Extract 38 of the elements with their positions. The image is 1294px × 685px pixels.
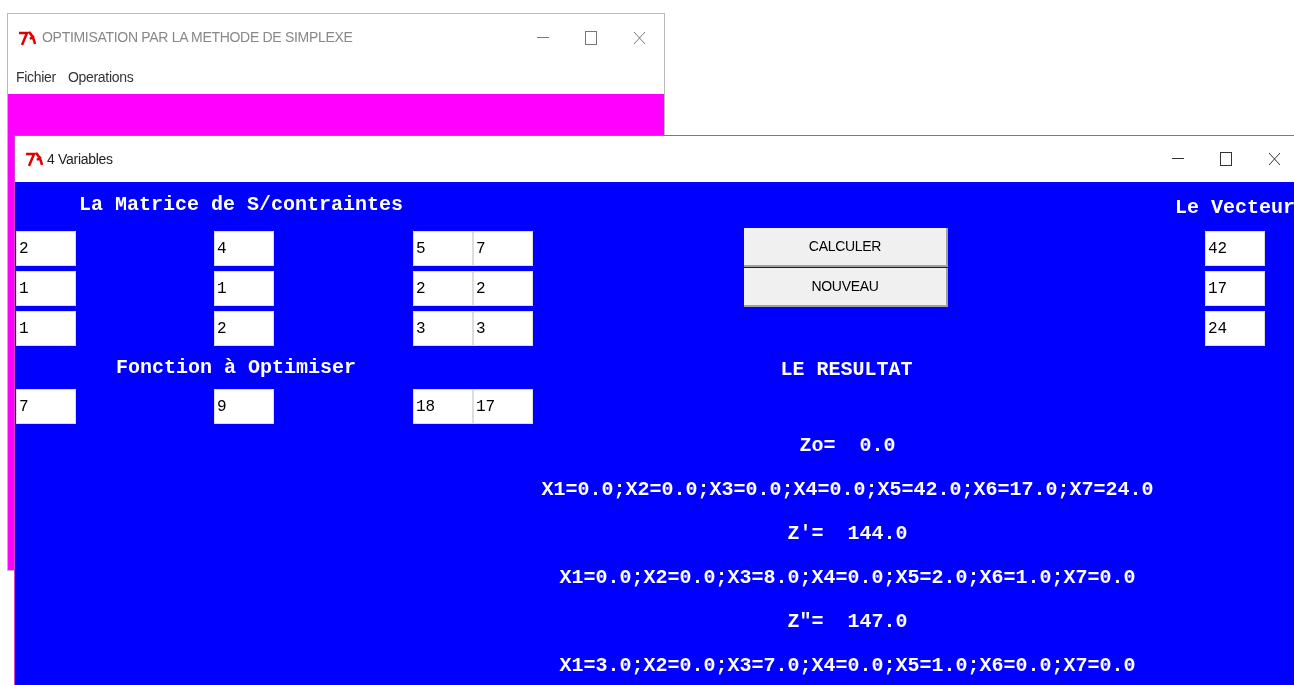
close-icon[interactable] <box>1268 152 1281 166</box>
input-field[interactable]: 5 <box>413 231 473 266</box>
input-field[interactable]: 2 <box>473 271 533 306</box>
input-field[interactable]: 1 <box>16 271 76 306</box>
minimize-icon[interactable] <box>1172 158 1184 160</box>
action-button[interactable]: NOUVEAU <box>744 268 948 307</box>
input-field[interactable]: 7 <box>16 389 76 424</box>
action-button[interactable]: CALCULER <box>744 228 948 267</box>
result-text: X1=0.0;X2=0.0;X3=0.0;X4=0.0;X5=42.0;X6=17.0;X7=24.0 <box>541 477 1154 503</box>
result-text: Z"= 147.0 <box>787 609 908 635</box>
result-text: Z'= 144.0 <box>787 521 908 547</box>
input-field[interactable]: 3 <box>413 311 473 346</box>
input-field[interactable]: 24 <box>1205 311 1265 346</box>
result-text: Zo= 0.0 <box>799 433 896 459</box>
input-field[interactable]: 42 <box>1205 231 1265 266</box>
maximize-icon[interactable] <box>1220 152 1232 166</box>
window-title: 4 Variables <box>47 149 113 169</box>
result-text: X1=0.0;X2=0.0;X3=8.0;X4=0.0;X5=2.0;X6=1.0;X7=0.0 <box>559 565 1136 591</box>
window-title: OPTIMISATION PAR LA METHODE DE SIMPLEXE <box>42 28 353 47</box>
menu-item[interactable]: Operations <box>67 67 134 88</box>
input-field[interactable]: 2 <box>413 271 473 306</box>
result-text: X1=3.0;X2=0.0;X3=7.0;X4=0.0;X5=1.0;X6=0.0;X7=0.0 <box>559 653 1136 679</box>
section-heading: Le Vecteur <box>1174 195 1294 217</box>
input-field[interactable]: 7 <box>473 231 533 266</box>
input-field[interactable]: 9 <box>214 389 274 424</box>
input-field[interactable]: 2 <box>214 311 274 346</box>
input-field[interactable]: 18 <box>413 389 473 424</box>
input-field[interactable]: 1 <box>16 311 76 346</box>
input-field[interactable]: 17 <box>473 389 533 424</box>
input-field[interactable]: 4 <box>214 231 274 266</box>
section-heading: Fonction à Optimiser <box>116 354 357 381</box>
section-heading: La Matrice de S/contraintes <box>79 193 404 216</box>
input-field[interactable]: 2 <box>16 231 76 266</box>
input-field[interactable]: 1 <box>214 271 274 306</box>
input-field[interactable]: 3 <box>473 311 533 346</box>
input-field[interactable]: 17 <box>1205 271 1265 306</box>
section-heading: LE RESULTAT <box>780 357 913 379</box>
menu-item[interactable]: Fichier <box>16 67 56 88</box>
